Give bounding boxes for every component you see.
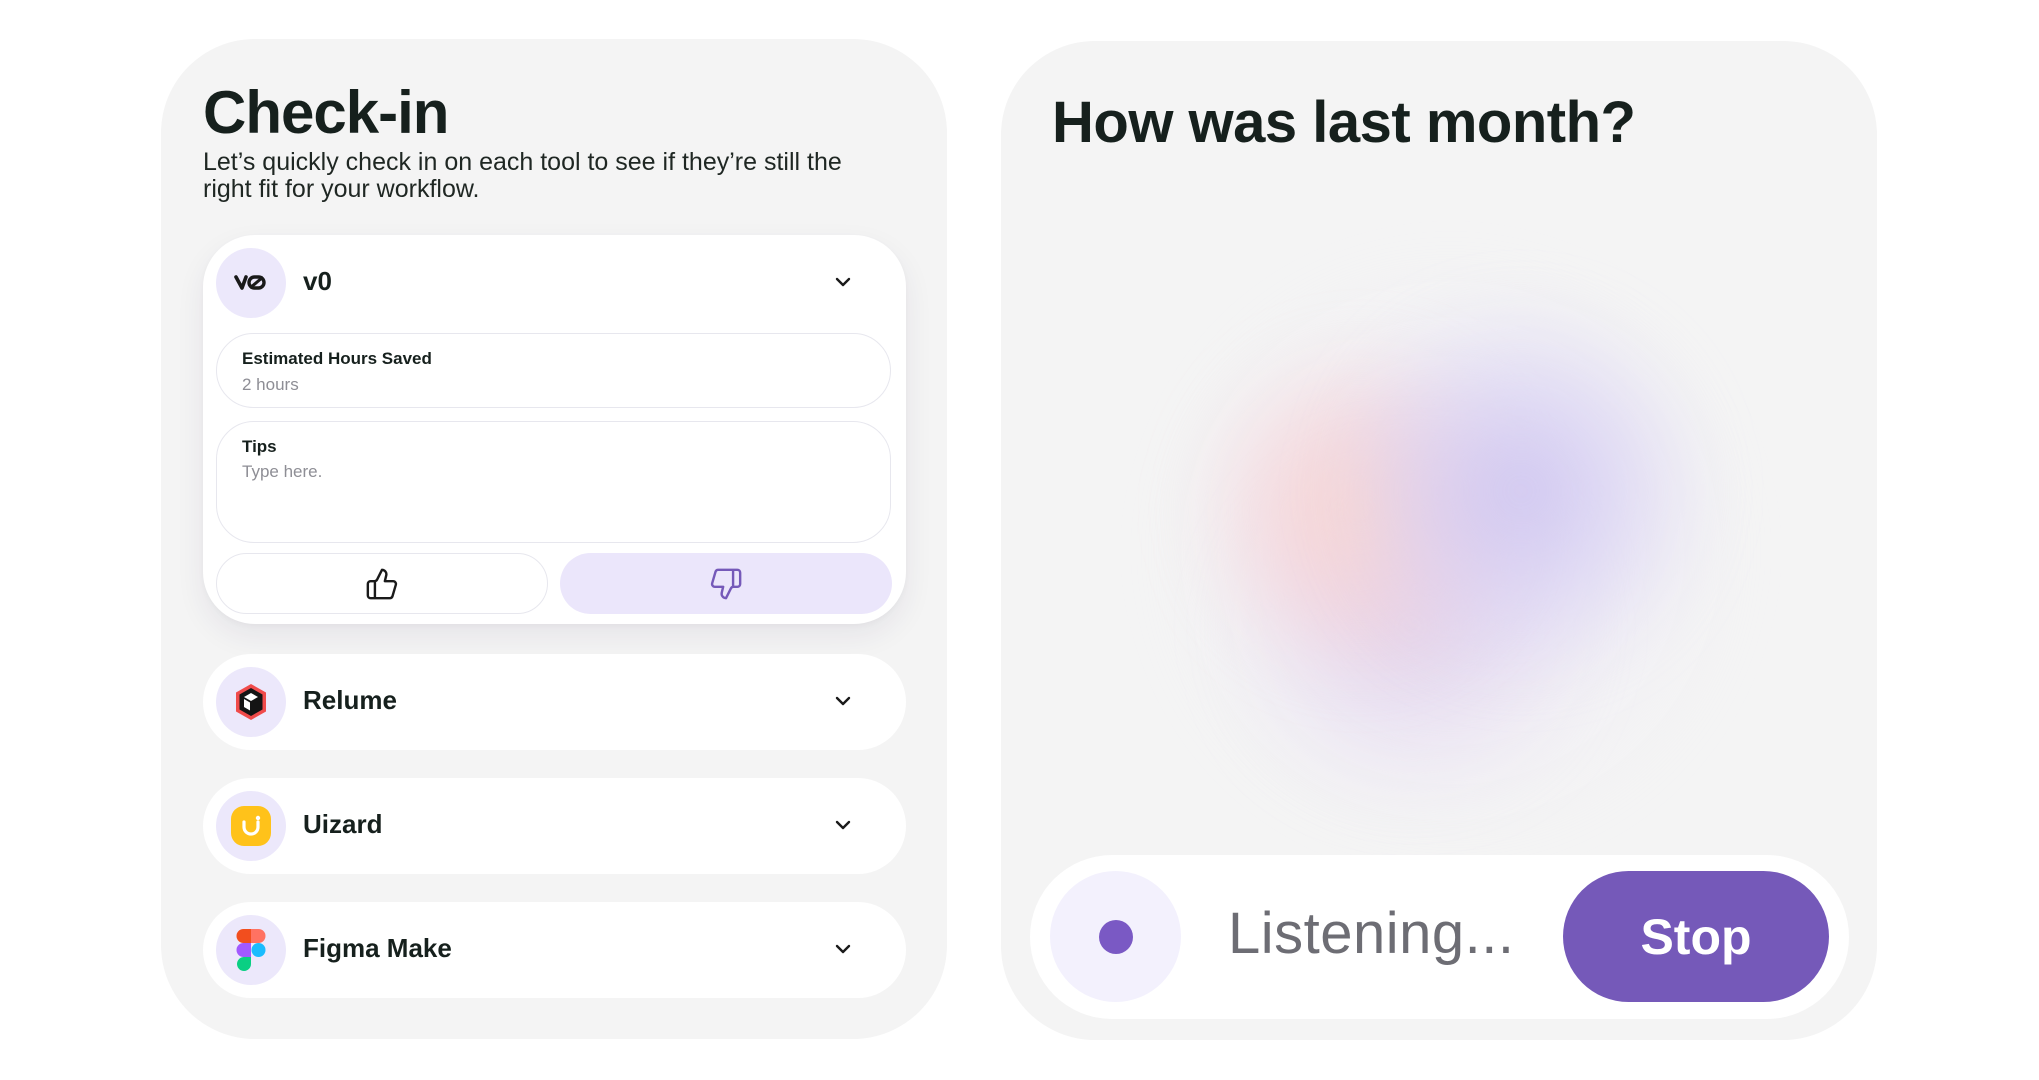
listening-status: Listening... [1228,901,1515,966]
v0-logo-icon [216,248,286,318]
chevron-up-icon[interactable] [830,269,856,295]
tool-card-header-relume[interactable]: Relume [203,654,906,750]
checkin-title: Check-in [203,79,449,146]
tips-field: Tips [216,421,891,543]
tips-label: Tips [242,437,277,456]
thumbs-up-button[interactable] [216,553,548,614]
stop-button[interactable]: Stop [1563,871,1829,1002]
checkin-panel: Check-in Let’s quickly check in on each … [161,39,947,1039]
voice-panel: How was last month? Listening... Stop [1001,41,1877,1040]
chevron-down-icon[interactable] [830,688,856,714]
estimated-hours-value: 2 hours [242,375,299,394]
voice-question: How was last month? [1052,90,1636,155]
estimated-hours-label: Estimated Hours Saved [242,349,432,368]
tool-name-relume: Relume [303,685,397,715]
tips-input[interactable] [242,462,862,522]
recording-dot-icon [1098,919,1133,954]
tool-card-relume[interactable]: Relume [203,654,906,750]
tool-card-header-uizard[interactable]: Uizard [203,778,906,874]
tool-card-uizard[interactable]: Uizard [203,778,906,874]
chevron-down-icon[interactable] [830,936,856,962]
thumbs-down-icon [710,568,742,599]
tool-card-figma-make[interactable]: Figma Make [203,902,906,998]
app-frame: Check-in Let’s quickly check in on each … [0,0,2039,1080]
tool-name-v0: v0 [303,266,332,296]
figma-logo-icon [216,915,286,985]
chevron-down-icon[interactable] [830,812,856,838]
tool-name-figma-make: Figma Make [303,933,452,963]
checkin-subtitle: Let’s quickly check in on each tool to s… [203,148,842,203]
voice-control-bar: Listening... Stop [1030,855,1849,1019]
recording-indicator [1050,871,1181,1002]
uizard-logo-icon [216,791,286,861]
thumbs-up-icon [366,568,398,599]
estimated-hours-field[interactable]: Estimated Hours Saved 2 hours [216,333,891,408]
orb-lavender [1331,301,1711,681]
tool-card-header-v0[interactable]: v0 [203,235,906,331]
tool-name-uizard: Uizard [303,809,383,839]
relume-logo-icon [216,667,286,737]
tool-card-header-figma-make[interactable]: Figma Make [203,902,906,998]
tool-card-v0: v0 Estimated Hours Saved 2 hours Tips [203,235,906,624]
thumbs-down-button[interactable] [560,553,892,614]
